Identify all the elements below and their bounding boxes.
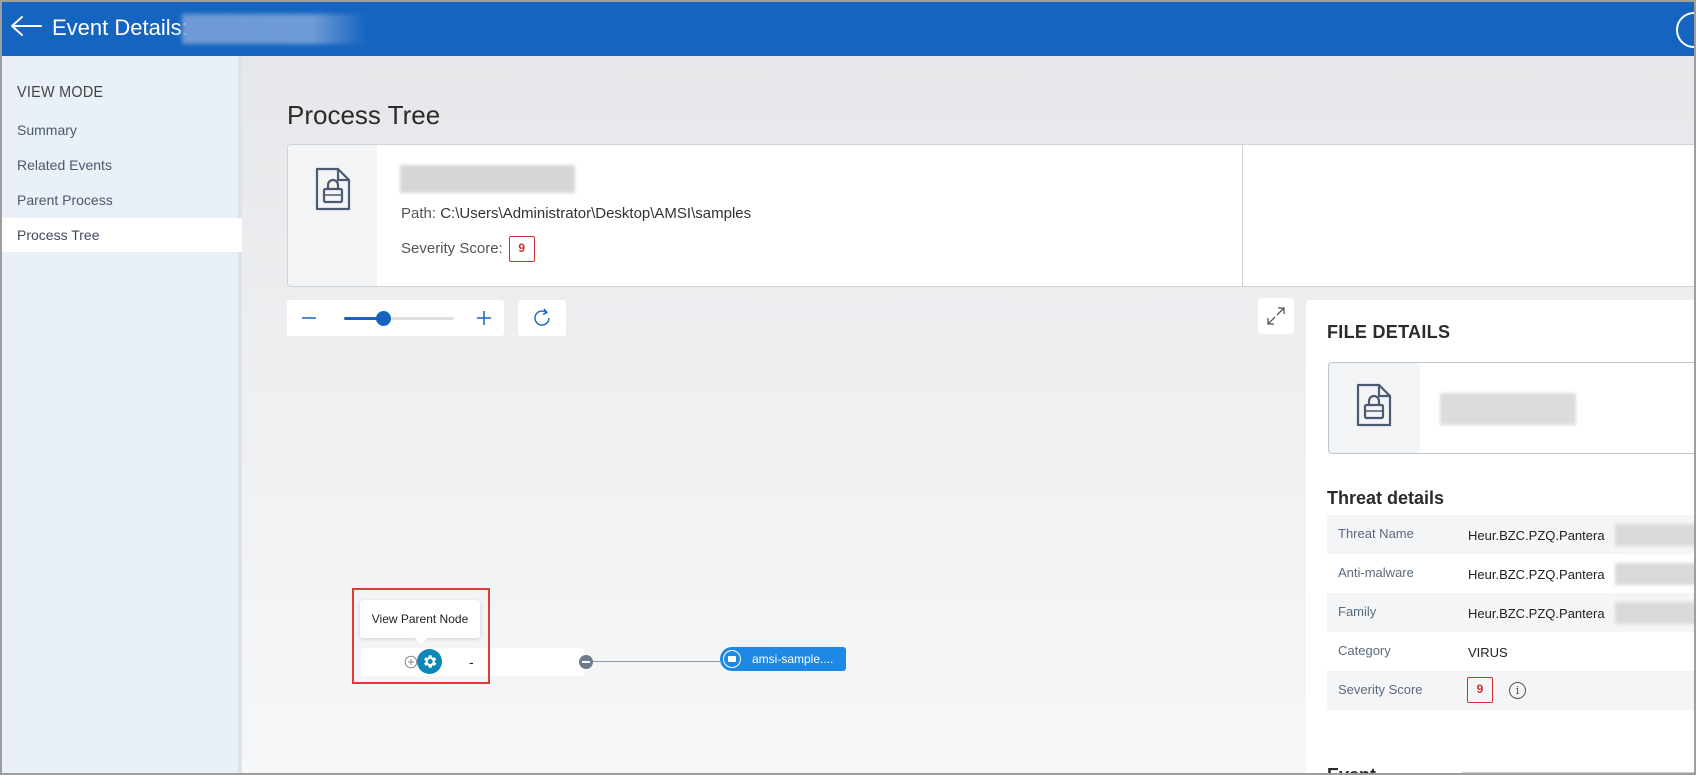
detail-row-anti-malware: Anti-malware Heur.BZC.PZQ.Pantera	[1327, 554, 1694, 593]
tree-node-child[interactable]: amsi-sample....	[720, 647, 846, 671]
detail-value: Heur.BZC.PZQ.Pantera	[1468, 606, 1605, 621]
sidebar-item-related-events[interactable]: Related Events	[2, 148, 242, 182]
detail-value: VIRUS	[1468, 645, 1508, 660]
detail-row-category: Category VIRUS	[1327, 632, 1694, 671]
fullscreen-button[interactable]	[1258, 298, 1294, 334]
refresh-button[interactable]	[518, 300, 566, 336]
user-avatar[interactable]	[1676, 12, 1694, 48]
redacted-value	[1615, 524, 1694, 546]
detail-value: Heur.BZC.PZQ.Pantera	[1468, 567, 1605, 582]
zoom-out-button[interactable]	[299, 308, 319, 328]
detail-key: Threat Name	[1338, 526, 1414, 541]
detail-key: Severity Score	[1338, 682, 1423, 697]
path-label: Path:	[401, 205, 437, 222]
detail-row-family: Family Heur.BZC.PZQ.Pantera	[1327, 593, 1694, 632]
main-content: Process Tree Path: C:\Users\Administrato…	[242, 56, 1694, 775]
locked-file-icon	[1356, 383, 1392, 427]
app-window: Event Details: VIEW MODE Summary Related…	[0, 0, 1696, 775]
page-title-header: Event Details:	[52, 15, 188, 40]
folder-icon	[723, 650, 741, 668]
process-path: Path: C:\Users\Administrator\Desktop\AMS…	[401, 205, 751, 222]
zoom-slider[interactable]	[344, 311, 454, 326]
process-icon-box	[288, 145, 377, 286]
redacted-process-name	[400, 165, 575, 193]
info-icon[interactable]	[1509, 682, 1526, 699]
tree-node-root-label: -	[469, 654, 474, 670]
detail-row-threat-name: Threat Name Heur.BZC.PZQ.Pantera	[1327, 515, 1694, 554]
sidebar-item-summary[interactable]: Summary	[2, 113, 242, 147]
redacted-value	[1615, 602, 1694, 624]
locked-file-icon	[315, 167, 351, 211]
file-card	[1328, 362, 1694, 454]
detail-value: Heur.BZC.PZQ.Pantera	[1468, 528, 1605, 543]
view-parent-tooltip: View Parent Node	[360, 600, 480, 644]
tree-edge	[593, 661, 720, 662]
card-divider	[1242, 145, 1243, 286]
section-title: Process Tree	[287, 100, 441, 130]
file-details-panel: FILE DETAILS Threat details Threat Name …	[1306, 300, 1694, 775]
gear-icon	[424, 655, 437, 668]
path-value: C:\Users\Administrator\Desktop\AMSI\samp…	[440, 205, 752, 222]
zoom-slider-thumb[interactable]	[375, 311, 391, 326]
expand-icon	[1267, 307, 1285, 325]
expand-parent-icon[interactable]	[404, 655, 418, 669]
severity-label: Severity Score:	[401, 239, 503, 257]
sidebar-heading: VIEW MODE	[17, 84, 104, 101]
detail-key: Anti-malware	[1338, 565, 1414, 580]
arrow-left-icon	[11, 16, 42, 36]
zoom-control	[287, 300, 504, 336]
back-button[interactable]	[8, 12, 44, 44]
collapse-node-button[interactable]	[579, 655, 593, 669]
file-icon-box	[1329, 363, 1420, 453]
sidebar-item-parent-process[interactable]: Parent Process	[2, 183, 242, 217]
event-heading: Event	[1327, 765, 1377, 775]
threat-details-heading: Threat details	[1327, 488, 1445, 508]
process-node-button[interactable]	[417, 649, 442, 674]
detail-key: Family	[1338, 604, 1377, 619]
sidebar-item-process-tree[interactable]: Process Tree	[2, 218, 242, 252]
redacted-file-name	[1440, 393, 1576, 425]
redacted-value	[1615, 563, 1694, 585]
detail-key: Category	[1338, 643, 1391, 658]
file-details-title: FILE DETAILS	[1327, 322, 1451, 342]
redacted-event-name	[182, 14, 367, 44]
severity-badge: 9	[1467, 677, 1493, 703]
process-severity: Severity Score: 9	[401, 236, 535, 262]
top-bar: Event Details:	[2, 2, 1694, 56]
sidebar: VIEW MODE Summary Related Events Parent …	[2, 56, 242, 773]
tree-node-child-label: amsi-sample....	[752, 652, 834, 666]
zoom-in-button[interactable]	[474, 308, 494, 328]
severity-badge: 9	[508, 236, 535, 262]
detail-row-severity: Severity Score 9	[1327, 671, 1694, 710]
refresh-icon	[534, 308, 550, 326]
process-card: Path: C:\Users\Administrator\Desktop\AMS…	[287, 144, 1694, 287]
